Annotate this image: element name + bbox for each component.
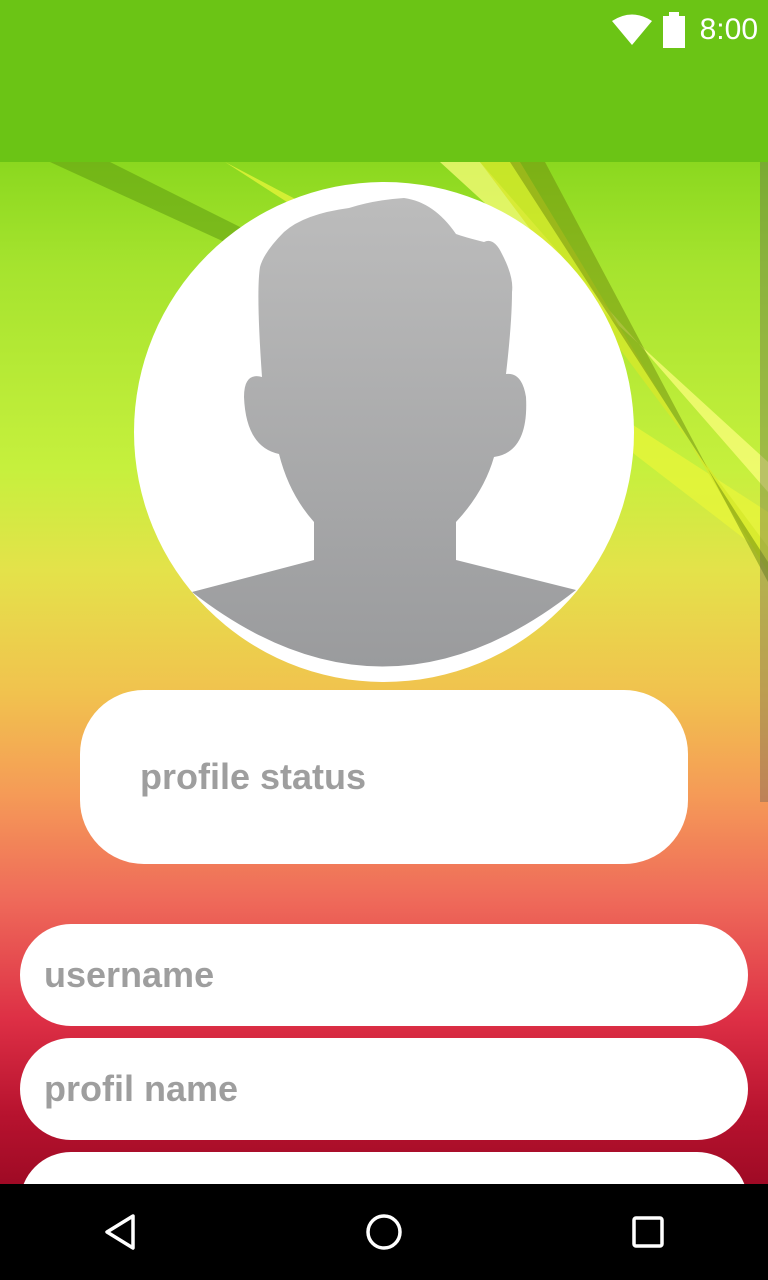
back-icon[interactable] bbox=[96, 1208, 144, 1256]
navigation-bar bbox=[0, 1184, 768, 1280]
recents-icon[interactable] bbox=[624, 1208, 672, 1256]
wifi-icon bbox=[611, 14, 652, 46]
profile-status-input[interactable]: profile status bbox=[80, 690, 688, 864]
app-bar bbox=[0, 60, 768, 162]
person-silhouette-icon bbox=[192, 198, 576, 667]
status-bar: 8:00 bbox=[0, 0, 768, 60]
username-placeholder: username bbox=[44, 954, 215, 995]
status-icons: 8:00 bbox=[611, 8, 758, 52]
profil-name-field[interactable]: profil name bbox=[20, 1038, 748, 1140]
profil-name-placeholder: profil name bbox=[44, 1068, 239, 1109]
status-time: 8:00 bbox=[699, 13, 758, 46]
profile-avatar[interactable] bbox=[134, 182, 634, 682]
partially-visible-field[interactable] bbox=[20, 1152, 748, 1184]
username-field[interactable]: username bbox=[20, 924, 748, 1026]
scroll-indicator[interactable] bbox=[760, 162, 768, 802]
profile-status-placeholder: profile status bbox=[140, 756, 367, 797]
home-icon[interactable] bbox=[360, 1208, 408, 1256]
battery-icon bbox=[662, 12, 686, 48]
profile-content[interactable]: profile status username profil name bbox=[0, 162, 768, 1184]
